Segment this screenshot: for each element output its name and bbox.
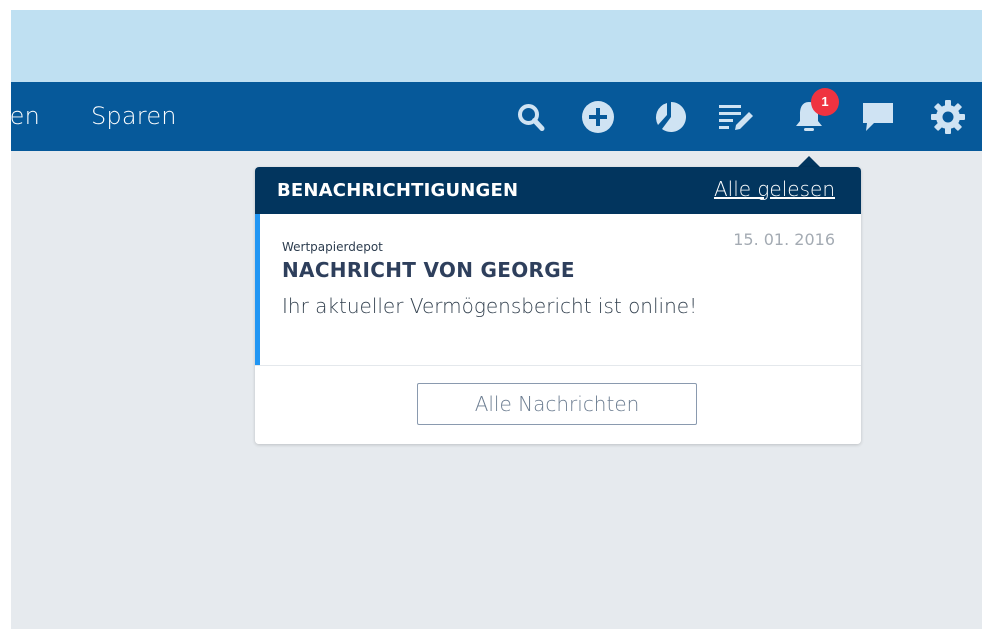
notification-date: 15. 01. 2016 <box>733 230 835 249</box>
nav-item-truncated[interactable]: ten <box>11 82 40 151</box>
top-banner-area <box>11 10 982 82</box>
notifications-header: BENACHRICHTIGUNGEN Alle gelesen <box>255 167 861 214</box>
popover-pointer <box>798 156 820 167</box>
main-navbar: ten Sparen <box>11 82 982 151</box>
notifications-footer: Alle Nachrichten <box>255 365 861 444</box>
chat-icon[interactable] <box>858 97 898 137</box>
notification-title: NACHRICHT VON GEORGE <box>282 258 575 282</box>
notification-count-badge: 1 <box>811 88 839 116</box>
orders-edit-icon[interactable] <box>716 97 756 137</box>
mark-all-read-link[interactable]: Alle gelesen <box>714 167 835 212</box>
notification-category: Wertpapierdepot <box>282 240 383 254</box>
add-icon[interactable] <box>578 97 618 137</box>
notifications-title: BENACHRICHTIGUNGEN <box>277 180 519 201</box>
app-frame: ten Sparen <box>11 10 982 629</box>
notification-body: Ihr aktueller Vermögensbericht ist onlin… <box>282 294 698 318</box>
notifications-popover: BENACHRICHTIGUNGEN Alle gelesen Wertpapi… <box>255 167 861 444</box>
unread-indicator <box>255 214 260 365</box>
search-icon[interactable] <box>511 97 551 137</box>
pie-chart-icon[interactable] <box>649 97 689 137</box>
gear-icon[interactable] <box>928 97 968 137</box>
notification-item[interactable]: Wertpapierdepot 15. 01. 2016 NACHRICHT V… <box>255 214 861 365</box>
all-messages-button[interactable]: Alle Nachrichten <box>417 383 697 425</box>
nav-item-sparen[interactable]: Sparen <box>91 82 177 151</box>
